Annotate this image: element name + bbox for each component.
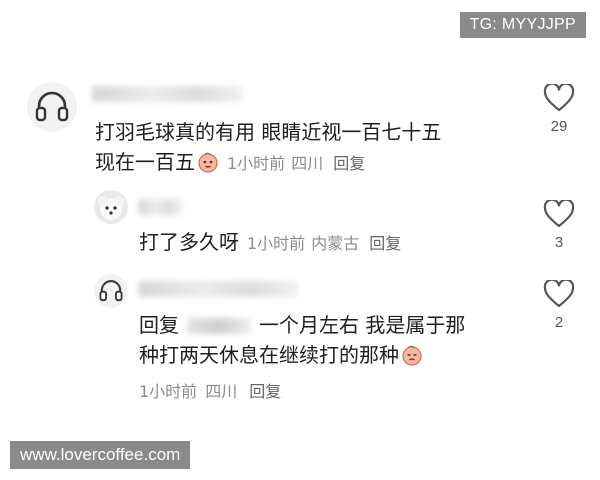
like-count: 29: [550, 118, 568, 135]
username-blurred[interactable]: [138, 199, 182, 215]
like-control-3[interactable]: 2: [539, 280, 579, 331]
website-watermark: www.lovercoffee.com: [10, 441, 191, 469]
comment-text-line1: 打了多久呀 1小时前 内蒙古 回复: [139, 226, 407, 260]
telegram-watermark: TG: MYYJJPP: [459, 12, 586, 38]
reply-prefix: 回复: [139, 313, 179, 337]
username-blurred[interactable]: [138, 281, 298, 297]
heart-icon[interactable]: [543, 200, 575, 228]
comment-location: 四川: [205, 382, 238, 401]
reply-button[interactable]: 回复: [369, 234, 401, 253]
reply-button[interactable]: 回复: [333, 154, 365, 173]
headphones-avatar[interactable]: [27, 82, 77, 132]
comment-meta: 1小时前 四川 回复: [227, 154, 371, 173]
like-count: 3: [554, 234, 564, 251]
comment-text-line2: 种打两天休息在继续打的那种: [139, 339, 423, 371]
comment-meta: 1小时前 内蒙古 回复: [247, 234, 407, 253]
comment-location: 四川: [291, 154, 324, 173]
headphones-avatar[interactable]: [94, 274, 128, 308]
comment-time: 1小时前: [247, 234, 306, 253]
white-dog-avatar[interactable]: [94, 190, 128, 224]
username-blurred[interactable]: [92, 86, 242, 102]
peach-face-emoji-icon: [402, 345, 422, 366]
comment-time: 1小时前: [227, 154, 286, 173]
comment-location: 内蒙古: [311, 234, 360, 253]
comment-text-line1: 打羽毛球真的有用 眼睛近视一百七十五: [95, 120, 442, 144]
comment-time: 1小时前: [139, 382, 198, 401]
headphones-icon: [99, 280, 123, 302]
heart-icon[interactable]: [543, 84, 575, 112]
like-control-1[interactable]: 29: [539, 84, 579, 135]
like-count: 2: [554, 314, 564, 331]
comment-text-line1: 回复 一个月左右 我是属于那: [139, 313, 466, 337]
comment-meta: 1小时前 四川 回复: [139, 378, 289, 402]
peach-face-emoji-icon: [198, 152, 218, 173]
headphones-icon: [35, 91, 69, 122]
comment-text-line2: 现在一百五 1小时前 四川 回复: [95, 146, 371, 180]
reply-button[interactable]: 回复: [249, 382, 281, 401]
like-control-2[interactable]: 3: [539, 200, 579, 251]
dog-icon: [98, 196, 124, 220]
mentioned-user-blurred[interactable]: [187, 318, 251, 334]
heart-icon[interactable]: [543, 280, 575, 308]
